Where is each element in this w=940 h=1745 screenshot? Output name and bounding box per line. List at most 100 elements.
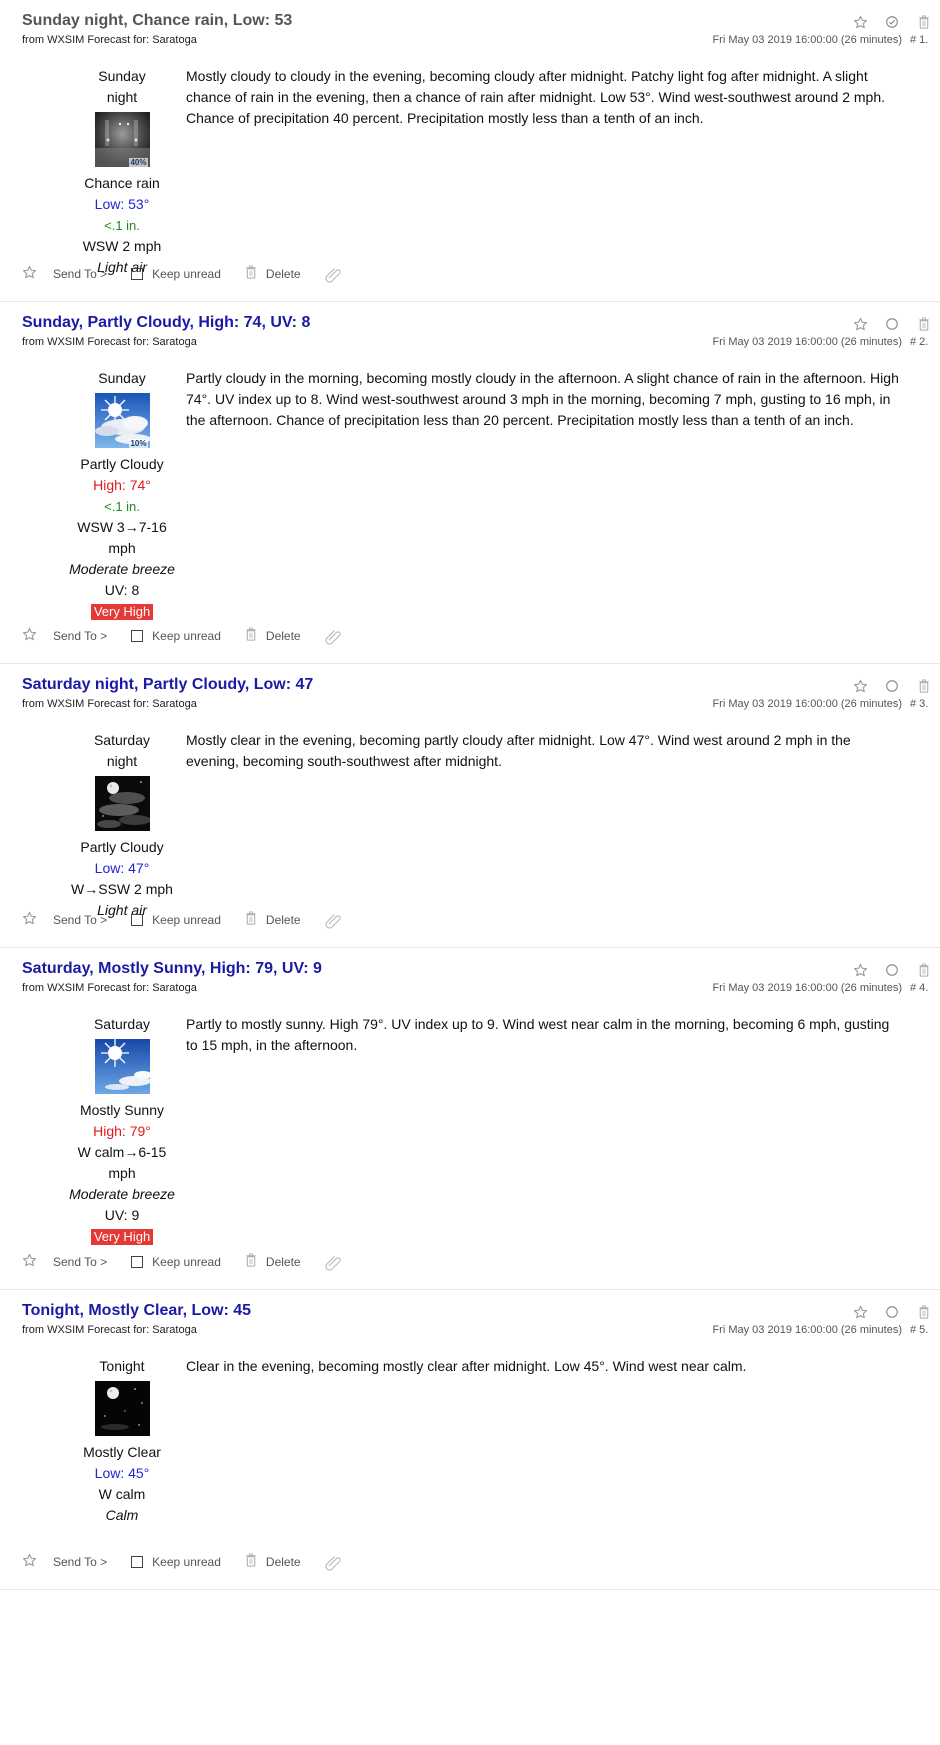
from-label: from (22, 982, 44, 994)
message-from: from WXSIM Forecast for: Saratoga (22, 698, 197, 710)
message-number: # 1. (910, 34, 929, 46)
uv-index: UV: 8 (104, 582, 140, 598)
message-list: Sunday night, Chance rain, Low: 53 from W… (0, 0, 940, 1590)
keep-unread-label: Keep unread (152, 629, 221, 643)
forecast-summary: Sunday night 40% Chance rain Low: 53° <.1 in.… (52, 66, 192, 278)
from-label: from (22, 698, 44, 710)
forecast-temp: Low: 45° (94, 1465, 150, 1481)
star-icon[interactable] (852, 678, 868, 694)
send-to-button[interactable]: Send To > (53, 913, 107, 927)
keep-unread-checkbox[interactable]: Keep unread (131, 267, 221, 281)
delete-button[interactable]: Delete (245, 911, 301, 929)
partly-cloudy-night-icon (94, 776, 151, 831)
trash-icon[interactable] (916, 962, 932, 978)
forecast-period: Tonight (99, 1358, 145, 1374)
star-icon[interactable] (22, 1553, 37, 1571)
delete-button[interactable]: Delete (245, 1553, 301, 1571)
send-to-button[interactable]: Send To > (53, 1255, 107, 1269)
star-icon[interactable] (22, 265, 37, 283)
from-source: WXSIM Forecast for: Saratoga (47, 982, 197, 994)
forecast-period: night (106, 89, 138, 105)
message-subject[interactable]: Sunday, Partly Cloudy, High: 74, UV: 8 (22, 314, 310, 332)
checkbox-icon[interactable] (131, 630, 144, 642)
delete-button[interactable]: Delete (245, 627, 301, 645)
from-label: from (22, 336, 44, 348)
star-icon[interactable] (22, 1253, 37, 1271)
forecast-detail: Partly to mostly sunny. High 79°. UV ind… (186, 1016, 890, 1053)
message-item[interactable]: Sunday, Partly Cloudy, High: 74, UV: 8 fr… (0, 302, 940, 664)
unread-circle-icon[interactable] (884, 678, 900, 694)
delete-label: Delete (265, 1555, 301, 1569)
delete-button[interactable]: Delete (245, 265, 301, 283)
star-icon[interactable] (22, 627, 37, 645)
message-number: # 3. (910, 698, 929, 710)
star-icon[interactable] (852, 14, 868, 30)
trash-icon[interactable] (916, 1304, 932, 1320)
paperclip-icon[interactable] (324, 911, 343, 929)
checkbox-icon[interactable] (131, 1256, 144, 1268)
delete-button[interactable]: Delete (245, 1253, 301, 1271)
checkbox-icon[interactable] (131, 914, 144, 926)
message-item[interactable]: Saturday night, Partly Cloudy, Low: 47 fr… (0, 664, 940, 948)
forecast-detail: Clear in the evening, becoming mostly cl… (186, 1358, 747, 1374)
wind-description: Moderate breeze (69, 1186, 175, 1202)
message-from: from WXSIM Forecast for: Saratoga (22, 1324, 197, 1336)
message-footer: Send To > Keep unread Delete (22, 1553, 367, 1571)
keep-unread-label: Keep unread (152, 913, 221, 927)
message-actions (852, 678, 932, 694)
forecast-temp: High: 74° (93, 477, 151, 493)
send-to-button[interactable]: Send To > (53, 629, 107, 643)
star-icon[interactable] (22, 911, 37, 929)
paperclip-icon[interactable] (324, 1553, 343, 1571)
forecast-summary: Tonight Mostly Clear Low: 45° W calm Calm (52, 1356, 192, 1526)
message-subject[interactable]: Saturday night, Partly Cloudy, Low: 47 (22, 676, 313, 694)
send-to-label: Send To > (53, 1555, 108, 1569)
message-date: Fri May 03 2019 16:00:00 (26 minutes) (712, 1324, 902, 1336)
read-check-icon[interactable] (884, 14, 900, 30)
delete-label: Delete (265, 629, 301, 643)
trash-icon[interactable] (916, 14, 932, 30)
message-from: from WXSIM Forecast for: Saratoga (22, 34, 197, 46)
paperclip-icon[interactable] (324, 265, 343, 283)
wind-description: Moderate breeze (69, 561, 175, 577)
send-to-button[interactable]: Send To > (53, 1555, 107, 1569)
message-actions (852, 14, 932, 30)
paperclip-icon[interactable] (324, 627, 343, 645)
trash-icon[interactable] (916, 316, 932, 332)
unread-circle-icon[interactable] (884, 316, 900, 332)
checkbox-icon[interactable] (131, 268, 144, 280)
keep-unread-checkbox[interactable]: Keep unread (131, 629, 221, 643)
unread-circle-icon[interactable] (884, 962, 900, 978)
forecast-temp: High: 79° (93, 1123, 151, 1139)
checkbox-icon[interactable] (131, 1556, 144, 1568)
message-subject[interactable]: Sunday night, Chance rain, Low: 53 (22, 12, 292, 30)
from-label: from (22, 1324, 44, 1336)
star-icon[interactable] (852, 1304, 868, 1320)
star-icon[interactable] (852, 316, 868, 332)
message-footer: Send To > Keep unread Delete (22, 1253, 367, 1271)
paperclip-icon[interactable] (324, 1253, 343, 1271)
keep-unread-checkbox[interactable]: Keep unread (131, 1555, 221, 1569)
mostly-sunny-icon (94, 1039, 152, 1094)
forecast-period: night (106, 753, 138, 769)
forecast-wind: W calm→6-15 (77, 1144, 167, 1160)
message-subject[interactable]: Saturday, Mostly Sunny, High: 79, UV: 9 (22, 960, 322, 978)
keep-unread-checkbox[interactable]: Keep unread (131, 1255, 221, 1269)
uv-level-badge: Very High (90, 1229, 154, 1245)
keep-unread-checkbox[interactable]: Keep unread (131, 913, 221, 927)
message-subject[interactable]: Tonight, Mostly Clear, Low: 45 (22, 1302, 251, 1320)
trash-icon (245, 911, 257, 929)
delete-label: Delete (265, 1255, 301, 1269)
keep-unread-label: Keep unread (152, 1255, 221, 1269)
message-number: # 2. (910, 336, 929, 348)
unread-circle-icon[interactable] (884, 1304, 900, 1320)
message-item[interactable]: Sunday night, Chance rain, Low: 53 from W… (0, 0, 940, 302)
message-item[interactable]: Tonight, Mostly Clear, Low: 45 from WXSIM… (0, 1290, 940, 1590)
message-from: from WXSIM Forecast for: Saratoga (22, 982, 197, 994)
uv-index: UV: 9 (104, 1207, 140, 1223)
star-icon[interactable] (852, 962, 868, 978)
trash-icon[interactable] (916, 678, 932, 694)
message-from: from WXSIM Forecast for: Saratoga (22, 336, 197, 348)
send-to-button[interactable]: Send To > (53, 267, 107, 281)
message-item[interactable]: Saturday, Mostly Sunny, High: 79, UV: 9 f… (0, 948, 940, 1290)
